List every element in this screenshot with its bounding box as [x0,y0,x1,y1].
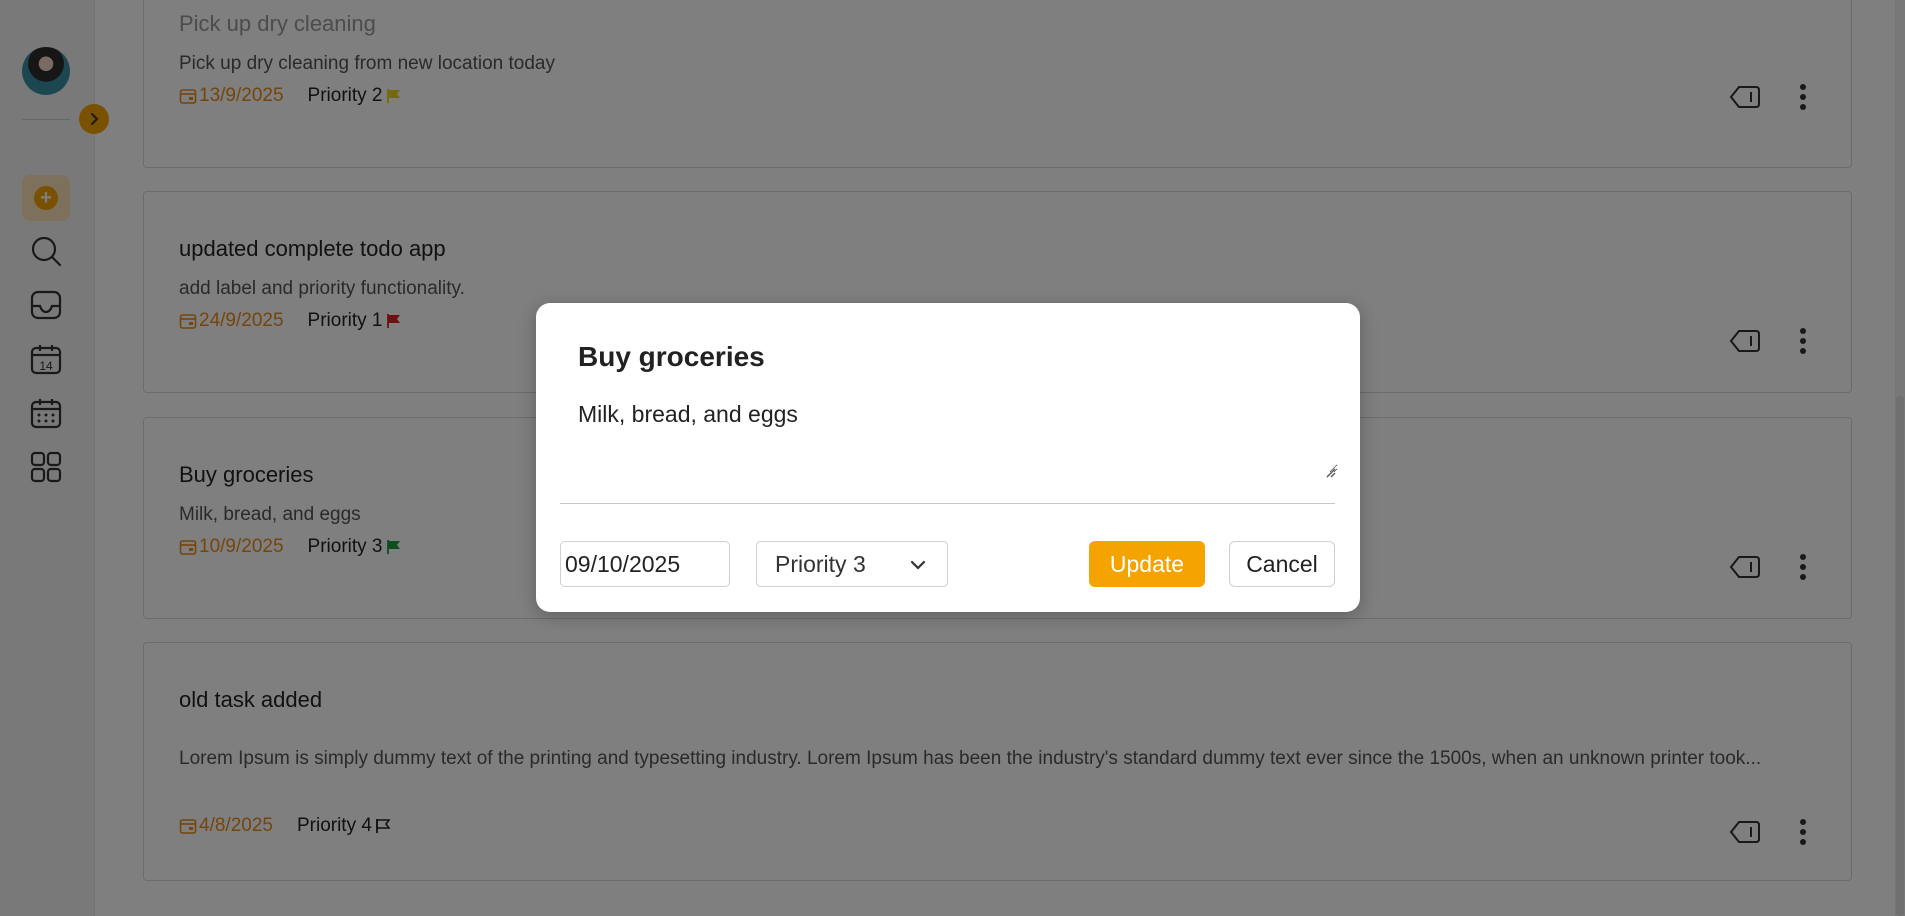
modal-task-description[interactable]: Milk, bread, and eggs [578,401,1338,473]
scrollbar[interactable] [1895,0,1905,916]
edit-task-modal: Buy groceries Milk, bread, and eggs Prio… [536,303,1360,612]
scrollbar-thumb[interactable] [1896,396,1904,916]
modal-divider [560,503,1335,504]
due-date-input[interactable] [560,541,730,587]
cancel-button[interactable]: Cancel [1229,541,1335,587]
priority-select-value: Priority 3 [775,550,866,577]
priority-select[interactable]: Priority 3 [756,541,948,587]
resize-grip-icon[interactable] [1324,466,1336,478]
update-button[interactable]: Update [1089,541,1205,587]
chevron-down-icon [910,560,926,570]
modal-task-title[interactable]: Buy groceries [578,341,765,373]
